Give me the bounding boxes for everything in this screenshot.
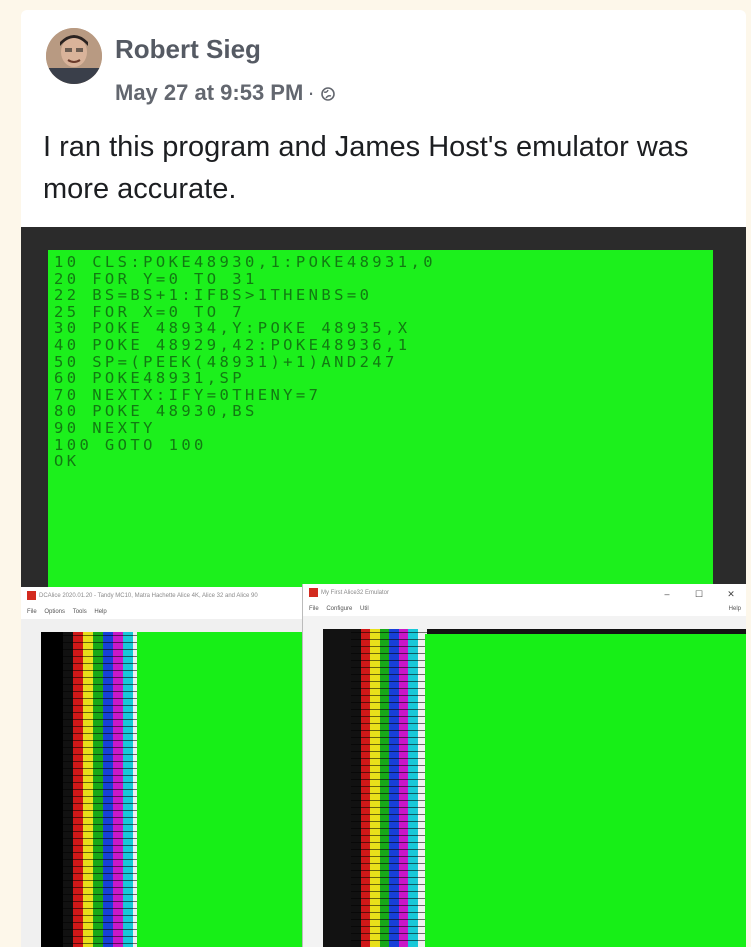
post-timestamp[interactable]: May 27 at 9:53 PM — [115, 80, 303, 105]
left-window-title: DCAlice 2020.01.20 - Tandy MC10, Matra H… — [39, 593, 258, 599]
post-card: Robert Sieg May 27 at 9:53 PM · I ran thi… — [21, 10, 746, 947]
basic-line: 90 NEXTY — [54, 418, 156, 437]
color-stripe — [351, 629, 361, 947]
left-menu-file[interactable]: File — [27, 609, 37, 615]
color-stripe — [93, 632, 103, 947]
color-stripe — [123, 632, 133, 947]
basic-line: 10 CLS:POKE48930,1:POKE48931,0 — [54, 253, 436, 271]
basic-line: 20 FOR Y=0 TO 31 — [54, 269, 258, 288]
color-stripe — [103, 632, 113, 947]
right-menu-file[interactable]: File — [309, 606, 319, 612]
basic-line: 30 POKE 48934,Y:POKE 48935,X — [54, 319, 411, 338]
left-menu-options[interactable]: Options — [44, 609, 65, 615]
color-stripe — [408, 629, 418, 947]
window-controls: – ☐ ✕ — [651, 584, 746, 604]
avatar[interactable] — [46, 28, 102, 84]
color-stripe — [389, 629, 399, 947]
basic-line: 50 SP=(PEEK(48931)+1)AND247 — [54, 352, 398, 371]
color-stripe — [63, 632, 73, 947]
color-stripe — [83, 632, 93, 947]
globe-icon[interactable] — [320, 81, 335, 107]
right-emulator-screen — [323, 629, 746, 947]
dcalice-emulator-window: DCAlice 2020.01.20 - Tandy MC10, Matra H… — [21, 587, 303, 947]
post-meta: May 27 at 9:53 PM · — [115, 80, 335, 107]
basic-line: 60 POKE48931,SP — [54, 369, 245, 388]
color-stripe — [398, 629, 408, 947]
post-image[interactable]: 10 CLS:POKE48930,1:POKE48931,0 20 FOR Y=0… — [21, 227, 746, 947]
alice32-emulator-window: My First Alice32 Emulator – ☐ ✕ File Confi… — [302, 584, 746, 947]
color-stripe — [113, 632, 123, 947]
author-name[interactable]: Robert Sieg — [115, 34, 261, 65]
close-button[interactable]: ✕ — [715, 584, 746, 604]
left-menu-help[interactable]: Help — [94, 609, 106, 615]
color-stripe — [370, 629, 380, 947]
right-menu-util[interactable]: Util — [360, 606, 369, 612]
maximize-button[interactable]: ☐ — [683, 584, 715, 604]
right-green-area — [425, 634, 746, 947]
basic-line: 40 POKE 48929,42:POKE48936,1 — [54, 335, 411, 354]
color-stripe — [379, 629, 389, 947]
basic-line: 80 POKE 48930,BS — [54, 402, 258, 421]
post-text: I ran this program and James Host's emul… — [43, 131, 689, 205]
basic-line: 100 GOTO 100 — [54, 435, 207, 454]
left-menubar: File Options Tools Help — [21, 607, 303, 619]
left-green-area — [137, 632, 303, 947]
right-menu-configure[interactable]: Configure — [326, 606, 352, 612]
basic-program-screen: 10 CLS:POKE48930,1:POKE48931,0 20 FOR Y=0… — [48, 250, 713, 590]
right-menubar: File Configure Util Help — [303, 604, 746, 616]
color-stripe — [360, 629, 370, 947]
avatar-photo — [46, 28, 102, 84]
basic-listing: 10 CLS:POKE48930,1:POKE48931,0 20 FOR Y=0… — [54, 254, 436, 470]
color-stripe — [73, 632, 83, 947]
left-titlebar[interactable]: DCAlice 2020.01.20 - Tandy MC10, Matra H… — [21, 587, 303, 607]
right-menu-help[interactable]: Help — [729, 606, 741, 612]
left-emulator-screen — [41, 632, 303, 947]
app-icon — [27, 591, 36, 600]
basic-line: 25 FOR X=0 TO 7 — [54, 302, 245, 321]
basic-line: OK — [54, 452, 80, 471]
minimize-button[interactable]: – — [651, 584, 683, 604]
basic-line: 22 BS=BS+1:IFBS>1THENBS=0 — [54, 286, 373, 305]
basic-line: 70 NEXTX:IFY=0THENY=7 — [54, 385, 322, 404]
left-menu-tools[interactable]: Tools — [73, 609, 87, 615]
right-titlebar[interactable]: My First Alice32 Emulator – ☐ ✕ — [303, 584, 746, 604]
app-icon — [309, 588, 318, 597]
meta-separator: · — [307, 80, 315, 105]
right-window-title: My First Alice32 Emulator — [321, 590, 390, 596]
